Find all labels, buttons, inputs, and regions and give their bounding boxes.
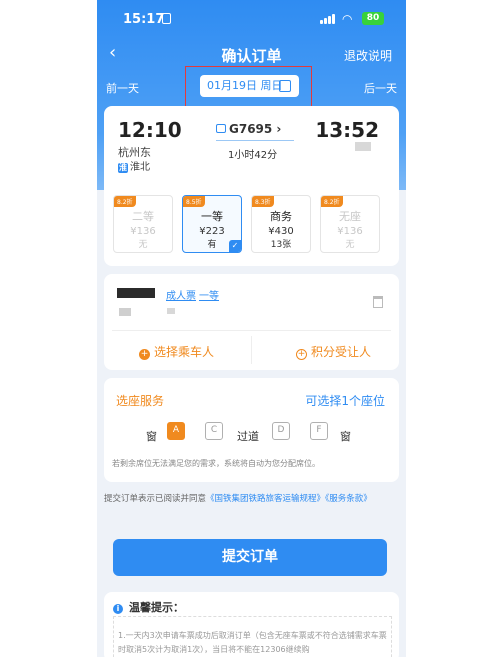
info-icon: i [113,604,123,614]
seat-price: ¥223 [199,226,225,237]
discount-badge: 8.5折 [183,196,205,207]
seat-d-option[interactable]: D [272,422,290,440]
add-member-button[interactable]: + 积分受让人 [296,343,371,360]
seat-price: ¥136 [130,226,156,237]
depart-time: 12:10 [118,118,182,142]
terms-link[interactable]: 《服务条款》 [325,494,372,504]
seat-selection-title: 选座服务 [116,394,165,408]
tips-card: i 温馨提示： 1.一天内3次申请车票成功后取消订单（包含无座车票或不符合选铺需求… [104,592,399,657]
train-number-label: G7695 [229,122,273,136]
station-tag-icon: 淮 [118,163,128,173]
agreement-prefix: 提交订单表示已阅读并同意 [104,494,207,504]
battery-icon: 80 [362,12,384,25]
highlight-annotation [185,66,312,108]
add-passenger-label: 选择乘车人 [154,345,215,359]
status-bar: 15:17 ◠ 80 [97,0,406,36]
window-right-label: 窗 [340,430,351,443]
route-line [216,140,294,141]
station-tag-label: 淮北 [130,162,150,173]
seat-class-link[interactable]: 一等 [199,287,219,302]
agreement-text: 提交订单表示已阅读并同意《国铁集团铁路旅客运输规程》《服务条款》 [104,492,399,506]
passenger-id-redacted [167,308,175,314]
regulations-link[interactable]: 《国铁集团铁路旅客运输规程》 [206,494,325,504]
tips-title: i 温馨提示： [113,599,184,615]
train-card: 12:10 杭州东 淮淮北 G7695 › 1小时42分 13:52 8.2折 … [104,106,399,266]
nav-bar: ‹ 确认订单 退改说明 [97,40,406,68]
next-day-button[interactable]: 后一天 [364,80,397,96]
train-number[interactable]: G7695 › [216,122,281,136]
seat-a-option[interactable]: A [167,422,185,440]
seat-count-link[interactable]: 可选择1个座位 [305,392,385,409]
seat-availability: 13张 [270,240,292,250]
seat-option-second-class[interactable]: 8.2折 二等 ¥136 无 [113,195,173,253]
seat-name: 二等 [132,210,154,223]
divider [112,330,391,331]
add-member-label: 积分受让人 [311,345,372,359]
seat-name: 无座 [339,210,361,223]
wifi-icon: ◠ [342,12,353,26]
check-icon: ✓ [229,240,241,252]
plus-icon: + [139,349,150,360]
seat-c-option[interactable]: C [205,422,223,440]
plus-circle-icon: + [296,349,307,360]
seat-option-no-seat[interactable]: 8.2折 无座 ¥136 无 [320,195,380,253]
seat-f-option[interactable]: F [310,422,328,440]
seat-selection-note: 若剩余席位无法满足您的需求，系统将自动为您分配席位。 [112,459,320,468]
arrive-station-redacted [355,142,371,151]
discount-badge: 8.2折 [321,196,343,207]
window-left-label: 窗 [146,430,157,443]
seat-name: 商务 [270,210,292,223]
notification-icon [162,13,171,24]
seat-price: ¥430 [268,226,294,237]
seat-option-first-class[interactable]: 8.5折 一等 ¥223 有 ✓ [182,195,242,253]
phone-screen: 15:17 ◠ 80 ‹ 确认订单 退改说明 前一天 01月19日 周日 后一天… [97,0,406,657]
seat-availability: 无 [345,240,355,250]
add-passenger-button[interactable]: + 选择乘车人 [139,343,214,360]
status-time: 15:17 [123,12,165,27]
passenger-id-redacted [119,308,131,316]
train-icon [216,124,226,133]
seat-availability: 无 [138,240,148,250]
seat-selection-card: 选座服务 可选择1个座位 窗 A C 过道 D F 窗 若剩余席位无法满足您的需… [104,378,399,482]
ticket-type-link[interactable]: 成人票 [166,287,196,302]
aisle-label: 过道 [237,430,259,443]
discount-badge: 8.2折 [114,196,136,207]
tips-text: 1.一天内3次申请车票成功后取消订单（包含无座车票或不符合选铺需求车票时取消5次… [113,616,392,657]
passenger-name-redacted [117,288,155,298]
seat-name: 一等 [201,210,223,223]
trash-icon[interactable] [373,296,383,308]
signal-icon [320,14,337,24]
arrive-time: 13:52 [315,118,379,142]
divider [251,336,252,364]
refund-policy-link[interactable]: 退改说明 [344,47,392,64]
seat-price: ¥136 [337,226,363,237]
seat-option-business[interactable]: 8.3折 商务 ¥430 13张 [251,195,311,253]
submit-order-button[interactable]: 提交订单 [113,539,387,576]
prev-day-button[interactable]: 前一天 [106,80,139,96]
passenger-card: 成人票 一等 + 选择乘车人 + 积分受让人 [104,274,399,370]
tips-title-label: 温馨提示： [129,601,184,614]
discount-badge: 8.3折 [252,196,274,207]
duration: 1小时42分 [228,150,278,161]
station-tag: 淮淮北 [118,158,150,173]
